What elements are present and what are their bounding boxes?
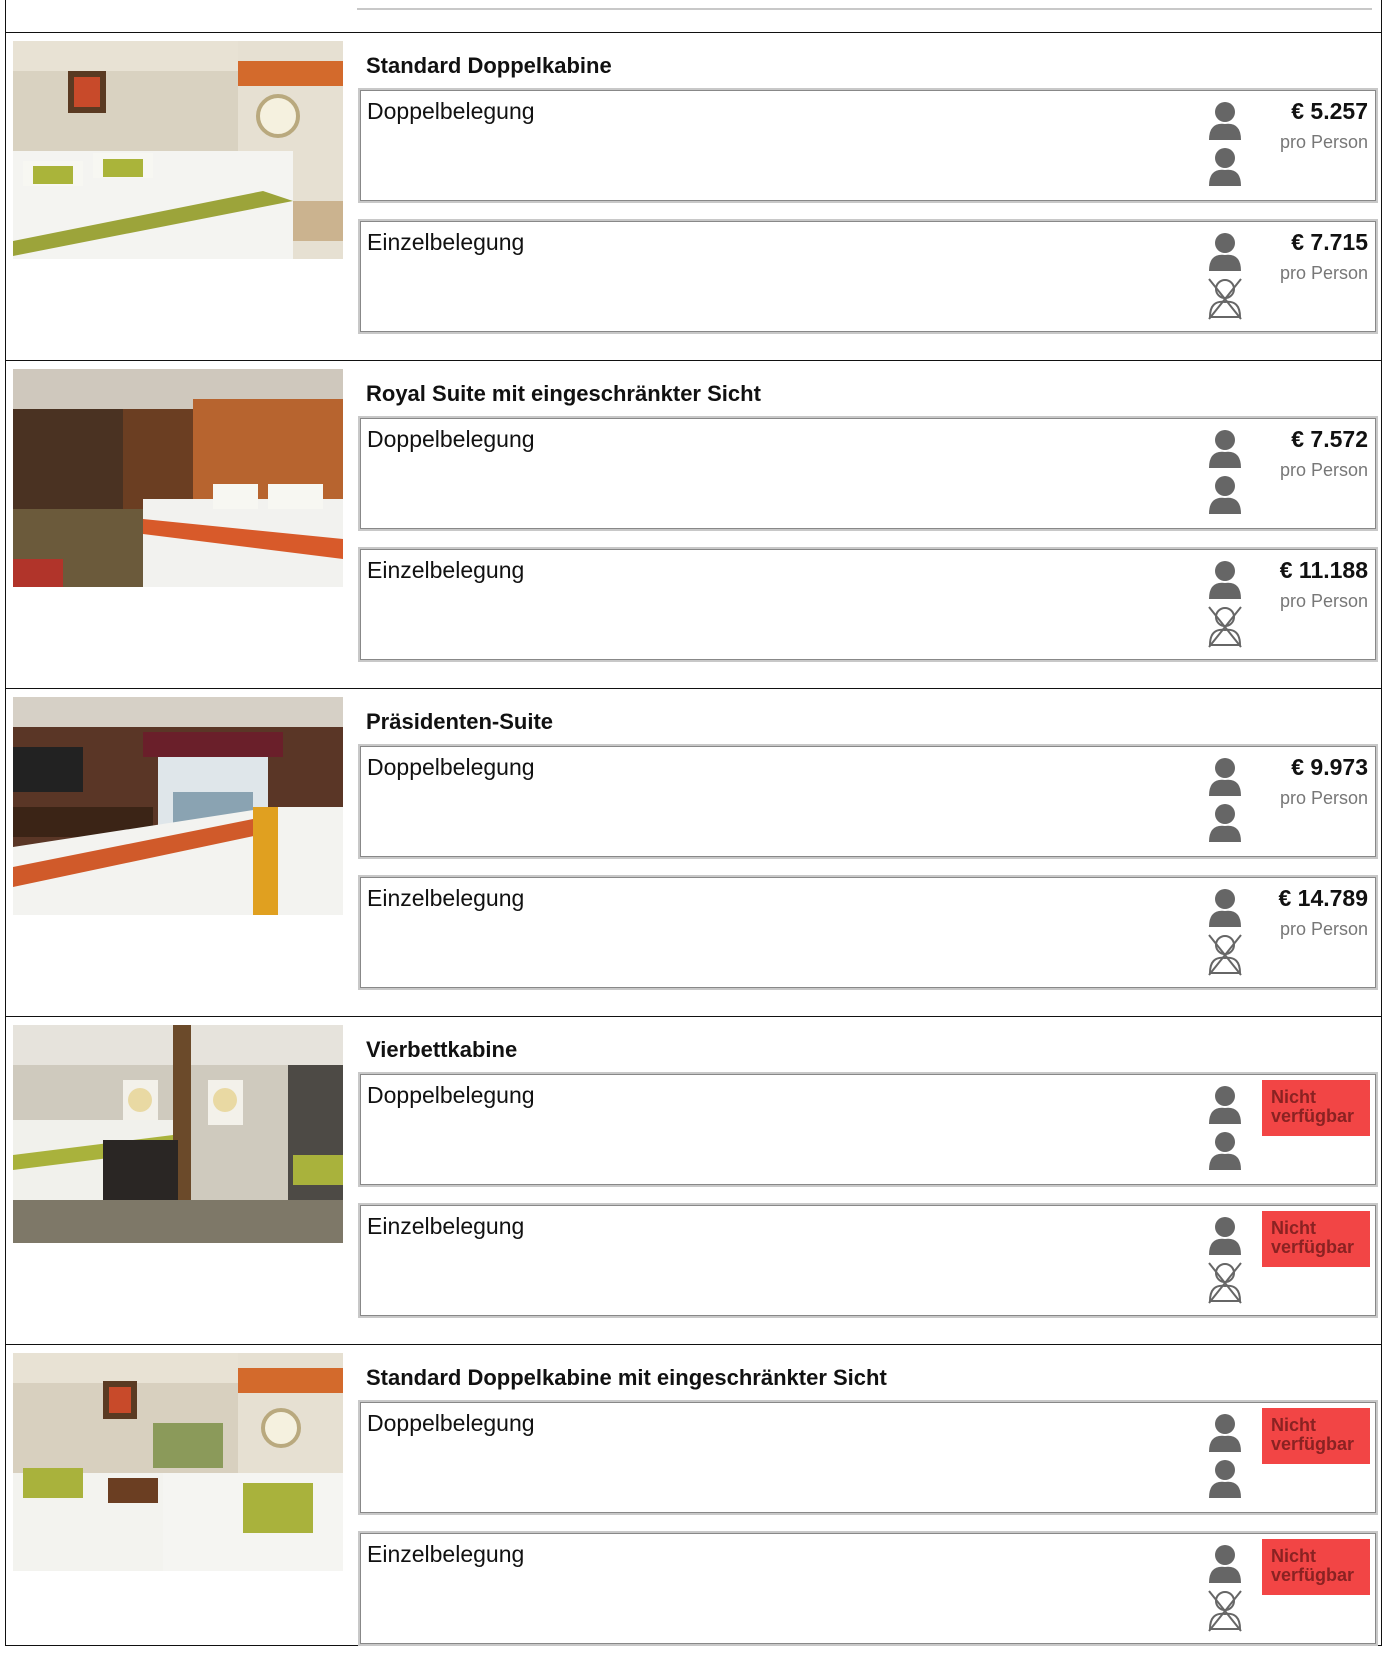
list-frame-top [5,0,1382,32]
price-note: pro Person [1279,591,1368,611]
cabin-photo[interactable] [13,1353,343,1571]
price: € 7.572 pro Person [1280,426,1368,481]
person-icon [1209,561,1241,599]
person-crossed-icon [1208,1262,1242,1304]
occupancy-icons [1207,756,1243,848]
occupancy-icons [1207,428,1243,520]
person-icon [1209,889,1241,927]
price-note: pro Person [1279,460,1368,480]
occupancy-option[interactable]: Doppelbelegung € 9.973 pro Person [358,744,1378,859]
person-crossed-icon [1208,606,1242,648]
occupancy-icons [1207,1215,1243,1307]
cabin-title: Standard Doppelkabine [366,53,612,78]
price-amount: € 9.973 [1291,754,1368,780]
occupancy-icons [1207,1412,1243,1504]
occupancy-label: Einzelbelegung [367,1213,525,1239]
price: € 7.715 pro Person [1280,229,1368,284]
person-icon [1209,1132,1241,1170]
price: € 14.789 pro Person [1278,885,1368,940]
person-icon [1209,1414,1241,1452]
unavailable-badge: Nicht verfügbar [1262,1539,1370,1595]
person-icon [1209,1460,1241,1498]
person-icon [1209,102,1241,140]
occupancy-icons [1207,559,1243,651]
cabin-card: Royal Suite mit eingeschränkter Sicht Do… [5,360,1382,688]
cabin-card: Vierbettkabine Doppelbelegung Nicht verf… [5,1016,1382,1344]
unavailable-badge: Nicht verfügbar [1262,1080,1370,1136]
occupancy-option[interactable]: Einzelbelegung Nicht verfügbar [358,1203,1378,1318]
cabin-card: Standard Doppelkabine mit eingeschränkte… [5,1344,1382,1646]
person-icon [1209,758,1241,796]
cabin-photo[interactable] [13,369,343,587]
price-amount: € 14.789 [1278,885,1368,911]
unavailable-badge: Nicht verfügbar [1262,1408,1370,1464]
occupancy-label: Einzelbelegung [367,885,525,911]
cabin-title: Standard Doppelkabine mit eingeschränkte… [366,1365,887,1390]
occupancy-option[interactable]: Doppelbelegung € 7.572 pro Person [358,416,1378,531]
cabin-title: Royal Suite mit eingeschränkter Sicht [366,381,761,406]
cabin-card: Präsidenten-Suite Doppelbelegung € 9.973… [5,688,1382,1016]
occupancy-label: Doppelbelegung [367,754,535,780]
occupancy-option[interactable]: Einzelbelegung € 7.715 pro Person [358,219,1378,334]
price-note: pro Person [1279,132,1368,152]
occupancy-option[interactable]: Doppelbelegung € 5.257 pro Person [358,88,1378,203]
unavailable-badge: Nicht verfügbar [1262,1211,1370,1267]
occupancy-label: Doppelbelegung [367,1082,535,1108]
occupancy-icons [1207,887,1243,979]
price-amount: € 7.572 [1291,426,1368,452]
cabin-photo[interactable] [13,697,343,915]
occupancy-icons [1207,231,1243,323]
occupancy-option[interactable]: Einzelbelegung € 11.188 pro Person [358,547,1378,662]
occupancy-label: Einzelbelegung [367,557,525,583]
person-crossed-icon [1208,278,1242,320]
price-amount: € 7.715 [1291,229,1368,255]
occupancy-option[interactable]: Doppelbelegung Nicht verfügbar [358,1400,1378,1515]
price-note: pro Person [1279,263,1368,283]
cabin-photo[interactable] [13,1025,343,1243]
person-icon [1209,148,1241,186]
price: € 11.188 pro Person [1280,557,1368,612]
occupancy-label: Doppelbelegung [367,1410,535,1436]
price-amount: € 5.257 [1291,98,1368,124]
cabin-title: Präsidenten-Suite [366,709,554,734]
occupancy-label: Doppelbelegung [367,426,535,452]
cabin-photo[interactable] [13,41,343,259]
person-icon [1209,430,1241,468]
occupancy-icons [1207,1084,1243,1176]
occupancy-label: Doppelbelegung [367,98,535,124]
occupancy-option[interactable]: Einzelbelegung € 14.789 pro Person [358,875,1378,990]
person-icon [1209,1086,1241,1124]
cabin-list: Standard Doppelkabine Doppelbelegung € 5… [5,32,1382,1646]
occupancy-option[interactable]: Einzelbelegung Nicht verfügbar [358,1531,1378,1646]
price: € 5.257 pro Person [1280,98,1368,153]
divider [357,8,1372,10]
cabin-title: Vierbettkabine [366,1037,518,1062]
person-icon [1209,233,1241,271]
price: € 9.973 pro Person [1280,754,1368,809]
person-icon [1209,476,1241,514]
occupancy-icons [1207,100,1243,192]
cabin-card: Standard Doppelkabine Doppelbelegung € 5… [5,32,1382,360]
price-amount: € 11.188 [1279,557,1368,583]
occupancy-icons [1207,1543,1243,1635]
occupancy-label: Einzelbelegung [367,229,525,255]
person-icon [1209,804,1241,842]
frame-left-border [5,0,6,32]
price-note: pro Person [1279,788,1368,808]
person-crossed-icon [1208,1590,1242,1632]
person-crossed-icon [1208,934,1242,976]
occupancy-label: Einzelbelegung [367,1541,525,1567]
person-icon [1209,1217,1241,1255]
frame-right-border [1381,0,1382,32]
price-note: pro Person [1279,919,1368,939]
occupancy-option[interactable]: Doppelbelegung Nicht verfügbar [358,1072,1378,1187]
person-icon [1209,1545,1241,1583]
